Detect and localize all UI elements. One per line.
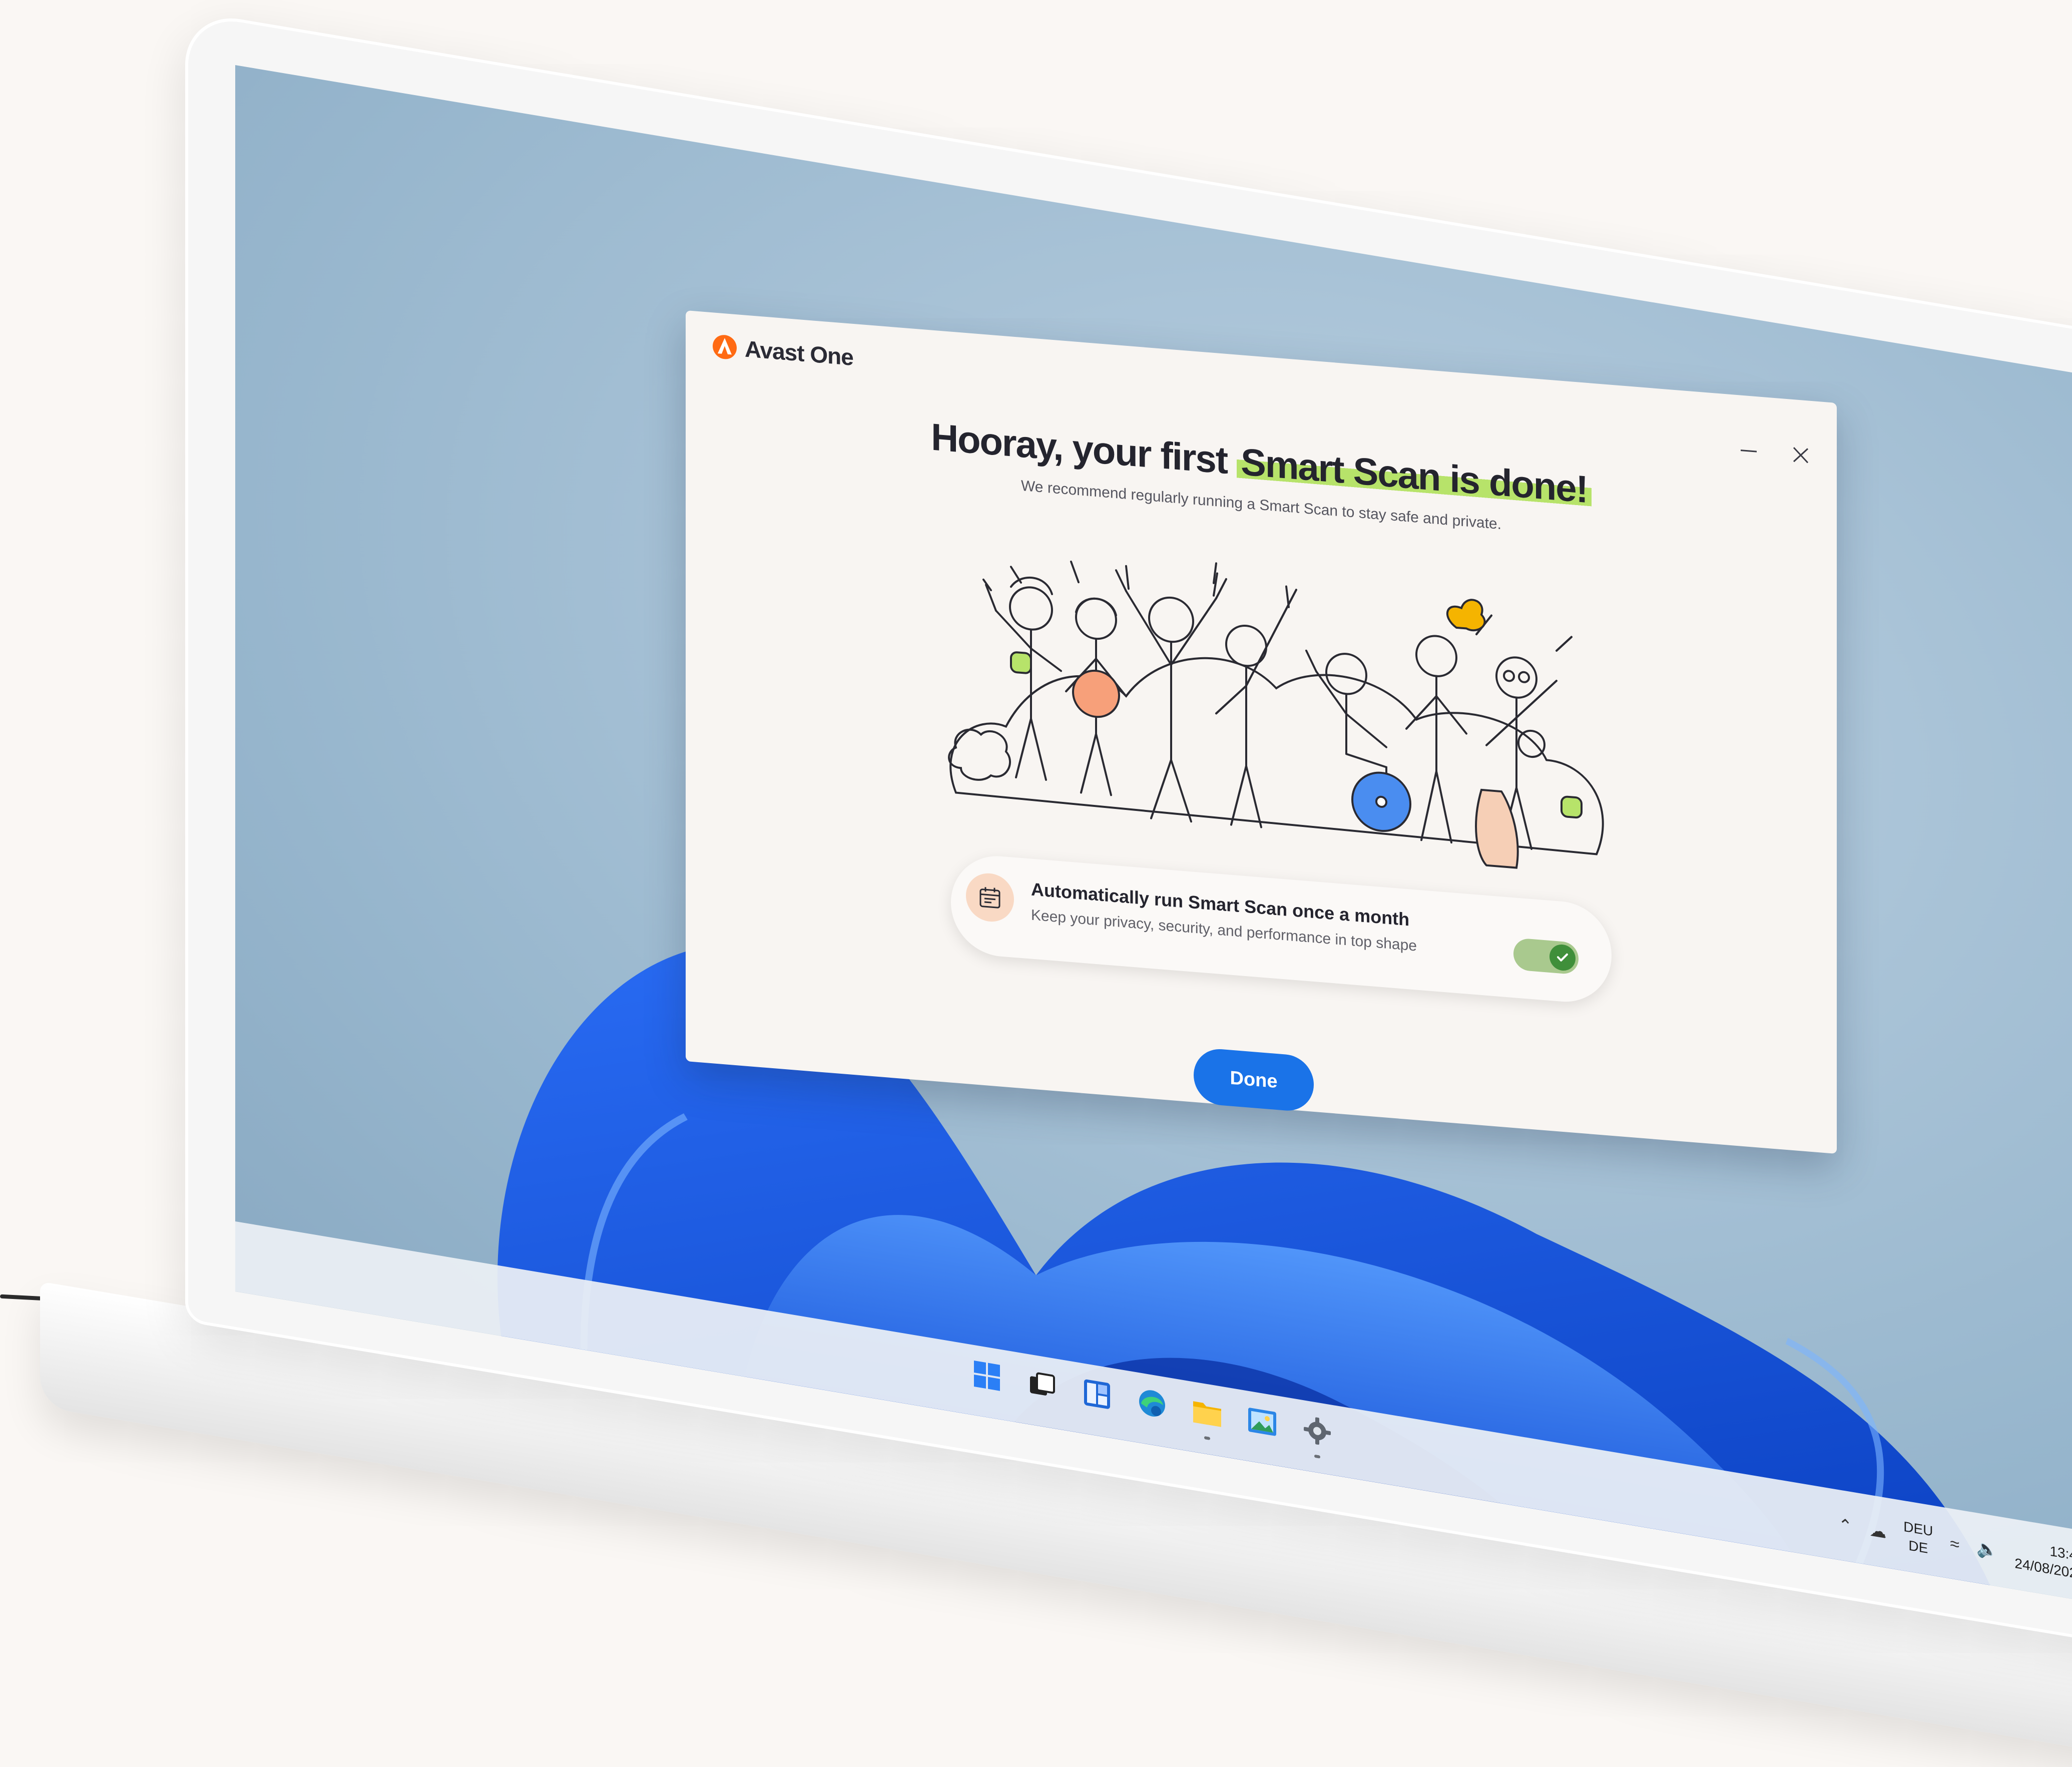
app-brand: Avast One <box>712 332 853 371</box>
input-language[interactable]: DEU DE <box>1903 1518 1933 1559</box>
headline-prefix: Hooray, your first <box>931 415 1237 483</box>
minimize-button[interactable] <box>1738 439 1760 463</box>
avast-logo-icon <box>713 335 737 359</box>
minimize-icon <box>1741 450 1757 453</box>
window-controls <box>1738 439 1812 467</box>
laptop-cable <box>0 1294 46 1301</box>
task-view-icon[interactable] <box>1026 1366 1058 1404</box>
auto-scan-toggle[interactable] <box>1513 938 1579 975</box>
windows-start-icon[interactable] <box>971 1357 1003 1395</box>
avast-dialog: Avast One Hooray, your first Smart Scan … <box>686 310 1837 1154</box>
celebrating-people-illustration <box>948 560 1604 869</box>
calendar-icon <box>966 871 1014 924</box>
edge-browser-icon[interactable] <box>1136 1385 1168 1422</box>
photos-icon[interactable] <box>1246 1403 1278 1441</box>
folder-icon[interactable] <box>1191 1394 1223 1440</box>
running-indicator <box>1314 1454 1320 1459</box>
close-button[interactable] <box>1790 443 1812 467</box>
cloud-icon[interactable]: ☁ <box>1869 1520 1886 1543</box>
widgets-icon[interactable] <box>1081 1376 1113 1413</box>
done-button[interactable]: Done <box>1194 1047 1314 1113</box>
running-indicator <box>1204 1436 1210 1440</box>
chevron-up-icon[interactable]: ⌃ <box>1838 1515 1853 1537</box>
gear-icon[interactable] <box>1301 1412 1333 1459</box>
check-icon <box>1549 943 1576 972</box>
app-name: Avast One <box>745 335 853 370</box>
speaker-icon[interactable]: 🔈 <box>1976 1538 1997 1561</box>
wifi-icon[interactable]: ≈ <box>1950 1534 1959 1555</box>
close-icon <box>1793 447 1809 464</box>
laptop-mockup: ⌃ ☁ DEU DE ≈ 🔈 13:41 24/08/2021 ☾ <box>0 0 2072 1767</box>
clock[interactable]: 13:41 24/08/2021 <box>2014 1536 2072 1584</box>
